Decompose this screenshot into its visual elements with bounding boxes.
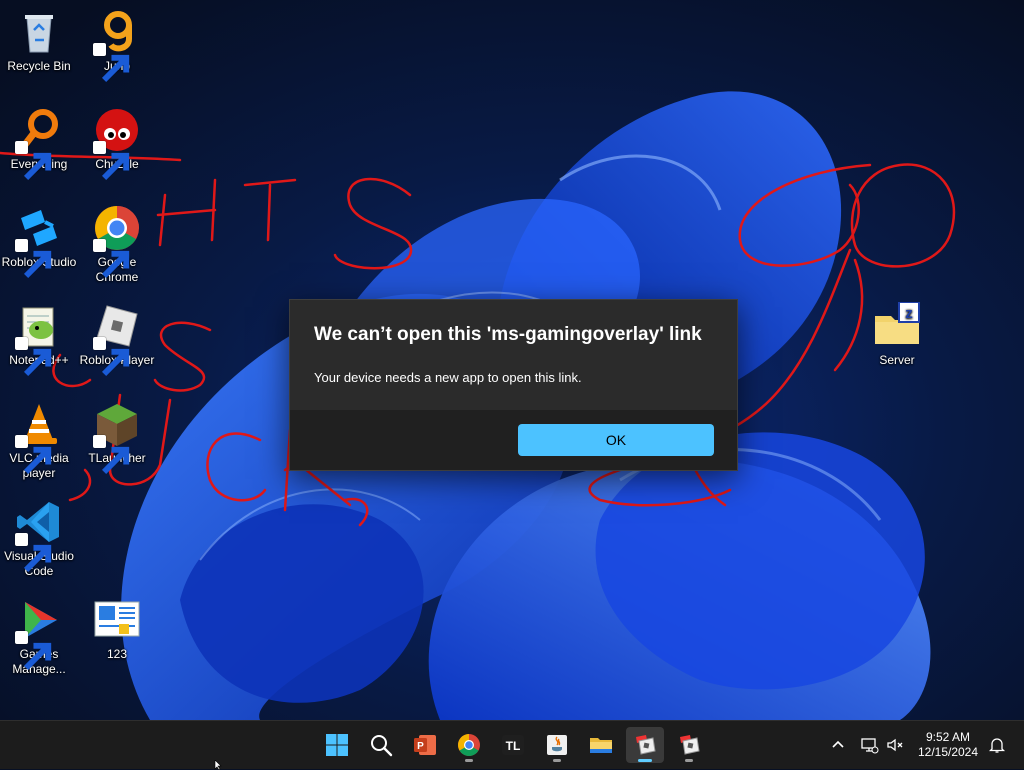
taskbar-app-tlauncher[interactable]: TL	[494, 727, 532, 763]
shortcut-arrow-icon	[15, 337, 52, 377]
tlauncher-icon: TL	[502, 735, 524, 755]
search-icon	[371, 735, 393, 757]
windows-logo-icon	[326, 734, 348, 756]
desktop-icon-label: Recycle Bin	[7, 59, 71, 73]
dialog-message: Your device needs a new app to open this…	[314, 370, 582, 385]
bell-icon	[988, 738, 1006, 753]
desktop-icon-roblox-player[interactable]: Roblox Player	[77, 302, 157, 377]
desktop-icon-label: Server	[879, 353, 915, 367]
taskbar-app-java[interactable]	[538, 727, 576, 763]
vlc-icon	[15, 400, 63, 475]
desktop-icon-juno[interactable]: Juno	[77, 8, 157, 83]
desktop-icon-notepad-plus-plus[interactable]: Notepad++	[0, 302, 79, 377]
roblox-studio-icon	[15, 204, 63, 279]
shortcut-arrow-icon	[15, 533, 52, 573]
system-clock[interactable]: 9:52 AM 12/15/2024	[910, 730, 986, 760]
running-indicator	[685, 759, 693, 762]
desktop-icon-google-chrome[interactable]: Google Chrome	[77, 204, 157, 285]
recycle-bin-icon	[15, 8, 63, 56]
roblox-player-icon	[680, 735, 700, 755]
desktop-icon-roblox-studio[interactable]: Roblox Studio	[0, 204, 79, 279]
java-icon	[547, 735, 567, 755]
running-indicator	[465, 759, 473, 762]
clock-time: 9:52 AM	[925, 730, 971, 744]
shortcut-arrow-icon	[93, 337, 130, 377]
mouse-cursor-icon	[214, 760, 222, 770]
everything-search-icon	[15, 106, 63, 181]
folder-icon	[590, 738, 612, 753]
network-icon	[861, 738, 879, 754]
dialog-title: We can’t open this 'ms-gamingoverlay' li…	[314, 324, 702, 345]
running-indicator	[553, 759, 561, 762]
search-button[interactable]	[362, 727, 400, 763]
desktop-icon-tlauncher[interactable]: TLauncher	[77, 400, 157, 475]
chrome-icon	[93, 204, 141, 279]
document-icon	[93, 596, 141, 644]
roblox-player-icon	[93, 302, 141, 377]
taskbar-app-chrome[interactable]	[450, 727, 488, 763]
desktop-icon-server[interactable]: z Server	[857, 302, 937, 368]
shortcut-arrow-icon	[93, 239, 130, 279]
desktop-icon-chuzzle[interactable]: Chuzzle	[77, 106, 157, 181]
desktop-icon-recycle-bin[interactable]: Recycle Bin	[0, 8, 79, 74]
svg-text:TL: TL	[506, 739, 521, 753]
tlauncher-icon	[93, 400, 141, 475]
shortcut-arrow-icon	[15, 435, 52, 475]
desktop-icon-vscode[interactable]: Visual Studio Code	[0, 498, 79, 579]
desktop-icon-label: 123	[106, 647, 128, 661]
network-status[interactable]	[859, 735, 879, 755]
folder-zip-icon: z	[873, 302, 921, 350]
notepad-plus-plus-icon	[15, 302, 63, 377]
roblox-studio-icon	[636, 735, 656, 755]
dialog-footer: OK	[290, 410, 737, 470]
powerpoint-icon: P	[414, 735, 436, 755]
desktop-icon-everything[interactable]: Everything	[0, 106, 79, 181]
chrome-icon	[458, 734, 480, 756]
chuzzle-icon	[93, 106, 141, 181]
taskbar-app-roblox-studio[interactable]	[626, 727, 664, 763]
speaker-muted-icon	[887, 738, 903, 752]
start-button[interactable]	[318, 727, 356, 763]
taskbar-app-powerpoint[interactable]: P	[406, 727, 444, 763]
taskbar-app-roblox-player[interactable]	[670, 727, 708, 763]
shortcut-arrow-icon	[15, 239, 52, 279]
games-manager-icon	[15, 596, 63, 671]
shortcut-arrow-icon	[93, 141, 130, 181]
ok-button[interactable]: OK	[518, 424, 714, 456]
vscode-icon	[15, 498, 63, 573]
clock-date: 12/15/2024	[917, 745, 979, 759]
active-indicator	[638, 759, 652, 762]
svg-text:z: z	[905, 305, 913, 322]
desktop-icon-123[interactable]: 123	[77, 596, 157, 662]
shortcut-arrow-icon	[93, 435, 130, 475]
volume-status[interactable]	[885, 735, 905, 755]
shortcut-arrow-icon	[15, 141, 52, 181]
desktop-icon-games-manager[interactable]: Games Manage...	[0, 596, 79, 677]
chevron-up-icon	[832, 740, 844, 748]
show-hidden-icons-button[interactable]	[828, 735, 848, 755]
taskbar: P TL 9:52 AM 12/15/2024	[0, 720, 1024, 769]
svg-text:P: P	[417, 741, 424, 752]
shortcut-arrow-icon	[93, 43, 130, 83]
juno-icon	[93, 8, 141, 83]
notifications-button[interactable]	[987, 735, 1007, 755]
desktop-icon-vlc[interactable]: VLC media player	[0, 400, 79, 481]
shortcut-arrow-icon	[15, 631, 52, 671]
taskbar-app-file-explorer[interactable]	[582, 727, 620, 763]
cant-open-link-dialog: We can’t open this 'ms-gamingoverlay' li…	[289, 299, 738, 471]
